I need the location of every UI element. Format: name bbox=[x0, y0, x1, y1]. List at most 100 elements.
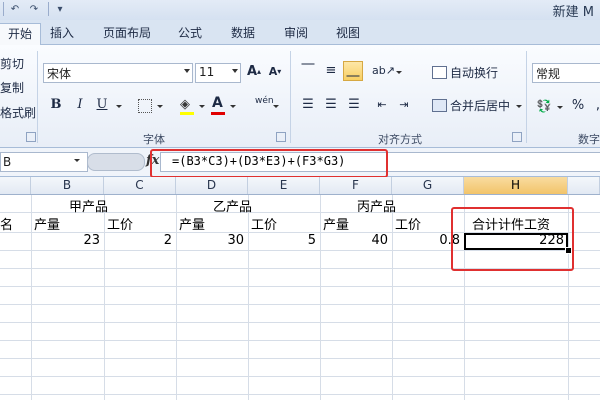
chevron-down-icon[interactable] bbox=[516, 105, 522, 108]
alignment-launcher-icon[interactable] bbox=[512, 132, 522, 142]
group-header-a[interactable]: 甲产品 bbox=[69, 196, 108, 215]
border-icon[interactable] bbox=[138, 99, 152, 113]
currency-icon[interactable]: 💱 bbox=[534, 96, 554, 116]
merge-center-button[interactable]: 合并后居中 bbox=[450, 97, 510, 114]
chevron-down-icon[interactable] bbox=[396, 71, 402, 74]
phonetic-icon[interactable]: wén bbox=[255, 96, 274, 106]
result-annotation-box bbox=[451, 207, 574, 271]
tab-insert[interactable]: 插入 bbox=[50, 24, 74, 42]
align-bottom-icon[interactable]: ⎽ bbox=[343, 61, 363, 81]
row-line bbox=[0, 376, 600, 377]
col-header-f[interactable]: F bbox=[320, 177, 392, 194]
orientation-icon[interactable]: ab↗ bbox=[372, 61, 395, 81]
cell-c2[interactable]: 工价 bbox=[107, 214, 133, 233]
cell-d3[interactable]: 30 bbox=[227, 233, 244, 248]
format-painter-button[interactable]: 格式刷 bbox=[0, 104, 36, 121]
wrap-text-button[interactable]: 自动换行 bbox=[450, 64, 498, 81]
align-left-icon[interactable]: ☰ bbox=[298, 95, 318, 115]
number-format-value: 常规 bbox=[536, 67, 561, 81]
col-header-d[interactable]: D bbox=[176, 177, 248, 194]
align-middle-icon[interactable]: ≡ bbox=[321, 61, 341, 81]
tab-page-layout[interactable]: 页面布局 bbox=[103, 24, 151, 42]
percent-button[interactable]: % bbox=[568, 96, 588, 116]
col-header-e[interactable]: E bbox=[248, 177, 320, 194]
chevron-down-icon[interactable] bbox=[157, 105, 163, 108]
group-header-b[interactable]: 乙产品 bbox=[213, 196, 252, 215]
name-box[interactable]: B bbox=[0, 152, 88, 172]
row-line bbox=[0, 358, 600, 359]
qat-separator bbox=[3, 2, 4, 16]
font-size-combo[interactable]: 11 bbox=[195, 63, 241, 83]
underline-button[interactable]: U bbox=[92, 95, 112, 115]
fill-color-icon[interactable]: ◈ bbox=[180, 97, 190, 112]
fill-color-swatch bbox=[180, 112, 194, 115]
col-header-h[interactable]: H bbox=[464, 177, 568, 194]
col-header-b[interactable]: B bbox=[31, 177, 104, 194]
cell-e2[interactable]: 工价 bbox=[251, 214, 277, 233]
increase-indent-icon[interactable]: ⇥ bbox=[394, 95, 414, 115]
col-header-a[interactable] bbox=[0, 177, 31, 194]
shrink-font-button[interactable]: A▾ bbox=[265, 62, 285, 82]
italic-button[interactable]: I bbox=[70, 95, 90, 115]
font-launcher-icon[interactable] bbox=[276, 132, 286, 142]
col-header-i[interactable] bbox=[568, 177, 600, 194]
cell-f2[interactable]: 产量 bbox=[323, 214, 349, 233]
cell-b2[interactable]: 产量 bbox=[34, 214, 60, 233]
tab-review[interactable]: 审阅 bbox=[284, 24, 308, 42]
font-name-value: 宋体 bbox=[47, 67, 72, 81]
col-line bbox=[176, 195, 177, 400]
cell-f3[interactable]: 40 bbox=[371, 233, 388, 248]
col-header-g[interactable]: G bbox=[392, 177, 464, 194]
cell-g2[interactable]: 工价 bbox=[395, 214, 421, 233]
clipboard-launcher-icon[interactable] bbox=[26, 132, 36, 142]
tab-formulas[interactable]: 公式 bbox=[178, 24, 202, 42]
cell-b3[interactable]: 23 bbox=[83, 233, 100, 248]
align-center-icon[interactable]: ☰ bbox=[321, 95, 341, 115]
group-header-c[interactable]: 丙产品 bbox=[357, 196, 396, 215]
customize-qat-dropdown[interactable]: ▾ bbox=[52, 2, 68, 18]
row-line bbox=[0, 322, 600, 323]
col-line bbox=[31, 195, 32, 400]
col-header-c[interactable]: C bbox=[104, 177, 176, 194]
window-title: 新建 M bbox=[552, 5, 594, 20]
undo-icon[interactable]: ↶ bbox=[7, 2, 23, 18]
copy-button[interactable]: 复制 bbox=[0, 79, 24, 96]
number-format-combo[interactable]: 常规 bbox=[532, 63, 600, 83]
ribbon: 剪切 复制 格式刷 宋体 11 A▴ A▾ B I U ◈ A wén 字体 ⎺… bbox=[0, 45, 600, 148]
chevron-down-icon[interactable] bbox=[116, 105, 122, 108]
tab-home[interactable]: 开始 bbox=[0, 23, 41, 45]
chevron-down-icon[interactable] bbox=[74, 159, 80, 162]
font-color-icon[interactable]: A bbox=[212, 95, 223, 111]
row-line bbox=[0, 286, 600, 287]
grow-font-icon: A bbox=[246, 64, 258, 79]
shrink-font-icon: A bbox=[268, 65, 278, 78]
cell-a2[interactable]: 名 bbox=[0, 214, 13, 233]
formula-bar-splitter[interactable] bbox=[87, 153, 145, 171]
cut-button[interactable]: 剪切 bbox=[0, 55, 24, 72]
alignment-group-label: 对齐方式 bbox=[378, 133, 422, 146]
quick-access-toolbar: ↶ ↷ ▾ bbox=[0, 2, 71, 18]
font-group-label: 字体 bbox=[143, 133, 165, 146]
cell-d2[interactable]: 产量 bbox=[179, 214, 205, 233]
redo-icon[interactable]: ↷ bbox=[26, 2, 42, 18]
col-line bbox=[104, 195, 105, 400]
font-name-combo[interactable]: 宋体 bbox=[43, 63, 193, 83]
comma-button[interactable]: , bbox=[588, 96, 600, 116]
align-right-icon[interactable]: ☰ bbox=[344, 95, 364, 115]
chevron-down-icon[interactable] bbox=[557, 106, 563, 109]
chevron-down-icon[interactable] bbox=[273, 105, 279, 108]
cell-c3[interactable]: 2 bbox=[164, 233, 172, 248]
grow-font-button[interactable]: A▴ bbox=[244, 62, 264, 82]
title-bar bbox=[0, 0, 600, 20]
chevron-down-icon[interactable] bbox=[199, 105, 205, 108]
chevron-down-icon[interactable] bbox=[230, 105, 236, 108]
cell-e3[interactable]: 5 bbox=[308, 233, 316, 248]
decrease-indent-icon[interactable]: ⇤ bbox=[372, 95, 392, 115]
tab-view[interactable]: 视图 bbox=[336, 24, 360, 42]
column-headers: B C D E F G H bbox=[0, 177, 600, 195]
tab-data[interactable]: 数据 bbox=[231, 24, 255, 42]
bold-button[interactable]: B bbox=[46, 95, 66, 115]
row-line bbox=[0, 340, 600, 341]
align-top-icon[interactable]: ⎺ bbox=[298, 61, 318, 81]
number-group-label: 数字 bbox=[578, 133, 600, 146]
